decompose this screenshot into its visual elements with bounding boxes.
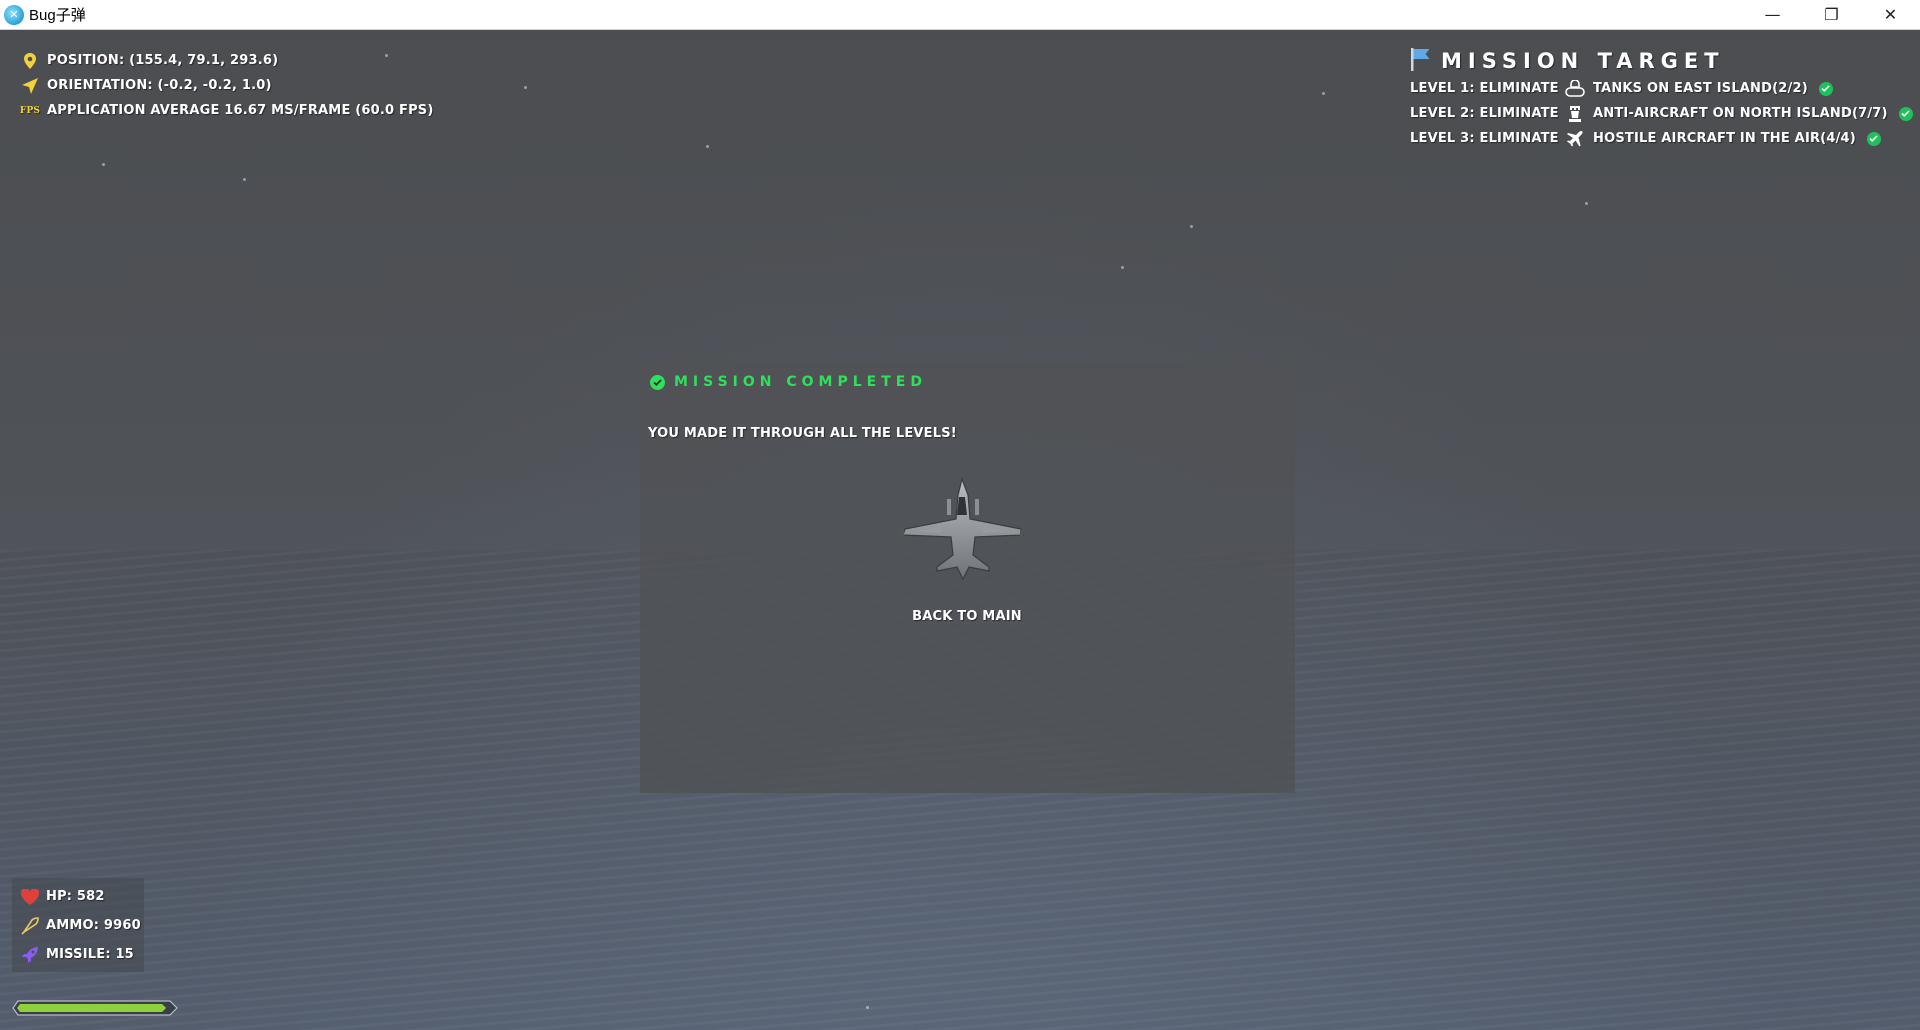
particle bbox=[1585, 202, 1588, 205]
level-label: Level 2: Eliminate bbox=[1410, 106, 1559, 121]
objective-text: Anti-aircraft on North Island(7/7) bbox=[1593, 106, 1888, 121]
orientation-text: Orientation: (-0.2, -0.2, 1.0) bbox=[47, 78, 272, 93]
dialog-message: You made it through all the levels! bbox=[648, 426, 957, 441]
particle bbox=[243, 178, 246, 181]
window-title: Bug子弹 bbox=[29, 7, 86, 24]
mission-completed-dialog: MISSION COMPLETED You made it through al… bbox=[640, 363, 1295, 793]
missile-text: Missile: 15 bbox=[46, 947, 134, 962]
game-viewport: Position: (155.4, 79.1, 293.6) Orientati… bbox=[0, 30, 1920, 1030]
particle bbox=[706, 145, 709, 148]
anti-aircraft-icon bbox=[1564, 105, 1586, 122]
position-row: Position: (155.4, 79.1, 293.6) bbox=[20, 48, 434, 73]
level-label: Level 3: Eliminate bbox=[1410, 131, 1559, 146]
fps-icon: FPS bbox=[19, 105, 41, 116]
mission-target-title: MISSION TARGET bbox=[1441, 49, 1725, 73]
heart-icon bbox=[20, 888, 40, 905]
particle bbox=[1322, 92, 1325, 95]
mission-target-header: MISSION TARGET bbox=[1410, 46, 1913, 76]
window-controls: — ❐ ✕ bbox=[1743, 0, 1920, 29]
particle bbox=[866, 1006, 869, 1009]
check-circle-icon bbox=[1866, 131, 1881, 146]
dialog-header: MISSION COMPLETED bbox=[650, 374, 927, 390]
health-bar-fill bbox=[17, 1004, 167, 1012]
mission-row-level-3: Level 3: Eliminate Hostile aircraft in t… bbox=[1410, 126, 1913, 151]
rocket-icon bbox=[20, 946, 40, 964]
fps-text: Application average 16.67 ms/frame (60.0… bbox=[47, 103, 434, 118]
mission-target-panel: MISSION TARGET Level 1: Eliminate Tanks … bbox=[1410, 46, 1913, 151]
app-icon: ✕ bbox=[4, 4, 24, 25]
ammo-text: Ammo: 9960 bbox=[46, 918, 141, 933]
objective-text: Hostile aircraft in the air(4/4) bbox=[1593, 131, 1856, 146]
level-label: Level 1: Eliminate bbox=[1410, 81, 1559, 96]
objective-text: Tanks on East Island(2/2) bbox=[1593, 81, 1808, 96]
plane-icon bbox=[1564, 130, 1586, 148]
close-button[interactable]: ✕ bbox=[1861, 0, 1920, 29]
tank-icon bbox=[1564, 79, 1586, 98]
restore-button[interactable]: ❐ bbox=[1802, 0, 1861, 29]
debug-stats: Position: (155.4, 79.1, 293.6) Orientati… bbox=[20, 48, 434, 123]
orientation-row: Orientation: (-0.2, -0.2, 1.0) bbox=[20, 73, 434, 98]
fighter-jet-model bbox=[897, 475, 1027, 585]
mission-row-level-1: Level 1: Eliminate Tanks on East Island(… bbox=[1410, 76, 1913, 101]
minimize-button[interactable]: — bbox=[1743, 0, 1802, 29]
missile-row: Missile: 15 bbox=[12, 940, 144, 969]
location-pin-icon bbox=[20, 52, 40, 69]
check-circle-icon bbox=[1818, 81, 1833, 96]
window-titlebar: ✕ Bug子弹 — ❐ ✕ bbox=[0, 0, 1920, 30]
hp-row: HP: 582 bbox=[12, 882, 144, 911]
position-text: Position: (155.4, 79.1, 293.6) bbox=[47, 53, 279, 68]
particle bbox=[102, 163, 105, 166]
mission-row-level-2: Level 2: Eliminate Anti-aircraft on Nort… bbox=[1410, 101, 1913, 126]
dialog-title: MISSION COMPLETED bbox=[674, 374, 927, 390]
check-circle-icon bbox=[1898, 106, 1913, 121]
shield-check-icon bbox=[650, 374, 665, 390]
back-to-main-button[interactable]: Back to Main bbox=[902, 603, 1032, 629]
flag-icon bbox=[1410, 47, 1432, 75]
navigation-arrow-icon bbox=[20, 77, 40, 94]
particle bbox=[1190, 225, 1193, 228]
resources-panel: HP: 582 Ammo: 9960 Missile: 15 bbox=[12, 878, 144, 972]
ammo-row: Ammo: 9960 bbox=[12, 911, 144, 940]
fps-row: FPS Application average 16.67 ms/frame (… bbox=[20, 98, 434, 123]
health-bar bbox=[12, 1000, 178, 1016]
particle bbox=[524, 86, 527, 89]
particle bbox=[1121, 266, 1124, 269]
hp-text: HP: 582 bbox=[46, 889, 105, 904]
bullet-icon bbox=[20, 916, 40, 935]
